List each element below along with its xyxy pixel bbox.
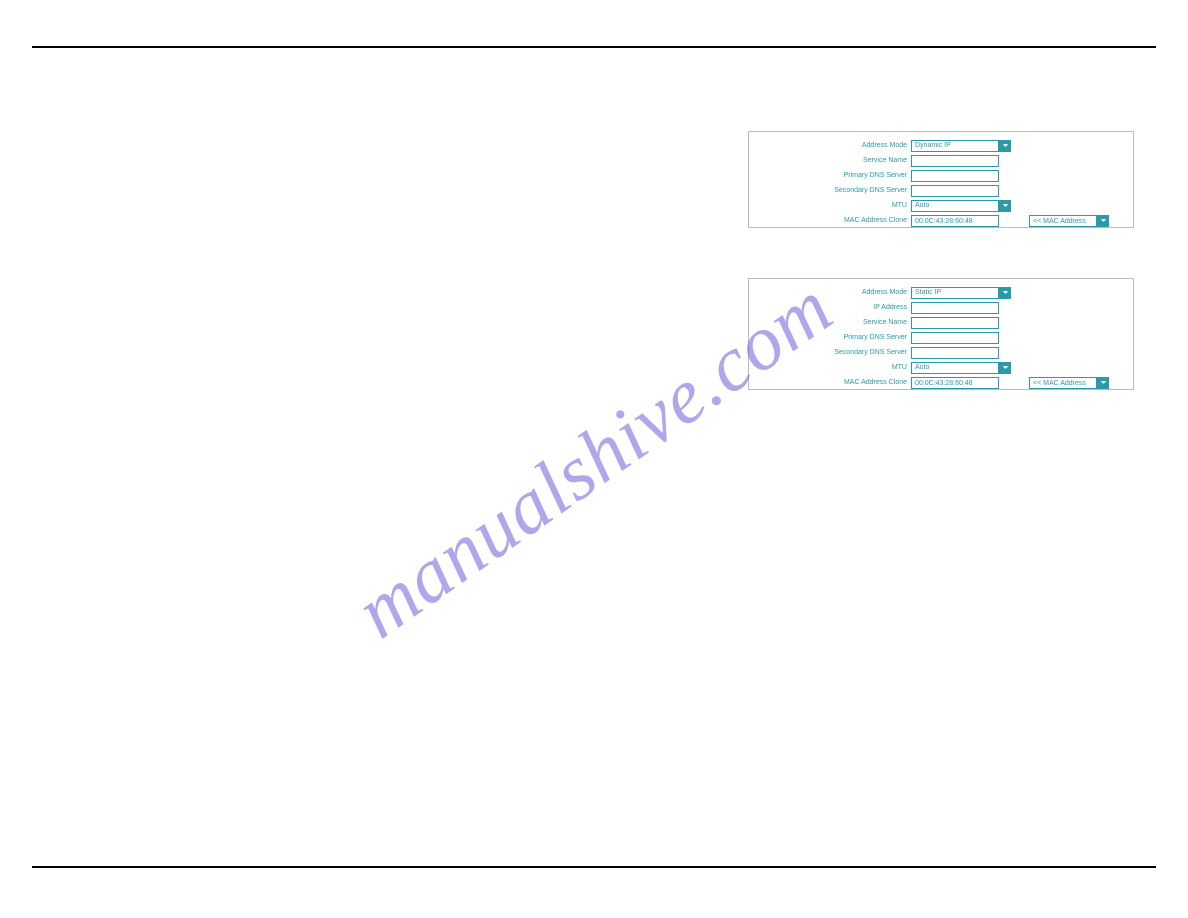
chevron-down-icon[interactable] (1097, 215, 1109, 227)
secondary-dns-input[interactable] (911, 185, 999, 197)
config-panel-dynamic-ip: Address Mode Dynamic IP Service Name Pri… (748, 131, 1134, 228)
field-row: Service Name (759, 153, 1123, 168)
field-row: Address Mode Dynamic IP (759, 138, 1123, 153)
field-label: Primary DNS Server (759, 172, 911, 179)
bottom-rule (32, 866, 1156, 868)
secondary-dns-input[interactable] (911, 347, 999, 359)
top-rule (32, 46, 1156, 48)
field-row: IP Address (759, 300, 1123, 315)
field-label: MTU (759, 364, 911, 371)
select-value: Auto (915, 362, 929, 374)
field-row: MTU Auto (759, 360, 1123, 375)
primary-dns-input[interactable] (911, 170, 999, 182)
select-value: Dynamic IP (915, 140, 951, 152)
mac-address-button[interactable]: << MAC Address (1029, 215, 1097, 227)
service-name-input[interactable] (911, 317, 999, 329)
field-label: Secondary DNS Server (759, 187, 911, 194)
ip-address-input[interactable] (911, 302, 999, 314)
chevron-down-icon[interactable] (999, 362, 1011, 374)
field-label: Secondary DNS Server (759, 349, 911, 356)
field-label: Address Mode (759, 289, 911, 296)
address-mode-select[interactable]: Static IP (911, 287, 999, 299)
mtu-select[interactable]: Auto (911, 362, 999, 374)
mtu-select[interactable]: Auto (911, 200, 999, 212)
field-row: Secondary DNS Server (759, 345, 1123, 360)
field-label: Address Mode (759, 142, 911, 149)
mac-clone-input[interactable]: 00:0C:43:28:60:48 (911, 215, 999, 227)
field-label: MAC Address Clone (759, 379, 911, 386)
chevron-down-icon[interactable] (999, 287, 1011, 299)
document-page: Address Mode Dynamic IP Service Name Pri… (0, 0, 1188, 918)
chevron-down-icon[interactable] (999, 140, 1011, 152)
select-value: Static IP (915, 287, 941, 299)
field-label: Service Name (759, 157, 911, 164)
config-panel-static-ip: Address Mode Static IP IP Address Servic… (748, 278, 1134, 390)
field-label: Primary DNS Server (759, 334, 911, 341)
field-row: MTU Auto (759, 198, 1123, 213)
mac-address-button[interactable]: << MAC Address (1029, 377, 1097, 389)
select-value: Auto (915, 200, 929, 212)
field-label: IP Address (759, 304, 911, 311)
field-row: Address Mode Static IP (759, 285, 1123, 300)
field-row: MAC Address Clone 00:0C:43:28:60:48 << M… (759, 213, 1123, 228)
address-mode-select[interactable]: Dynamic IP (911, 140, 999, 152)
field-row: Service Name (759, 315, 1123, 330)
primary-dns-input[interactable] (911, 332, 999, 344)
chevron-down-icon[interactable] (999, 200, 1011, 212)
field-label: MTU (759, 202, 911, 209)
field-row: Primary DNS Server (759, 330, 1123, 345)
field-label: Service Name (759, 319, 911, 326)
chevron-down-icon[interactable] (1097, 377, 1109, 389)
mac-clone-input[interactable]: 00:0C:43:28:60:48 (911, 377, 999, 389)
field-row: Secondary DNS Server (759, 183, 1123, 198)
field-row: Primary DNS Server (759, 168, 1123, 183)
field-label: MAC Address Clone (759, 217, 911, 224)
service-name-input[interactable] (911, 155, 999, 167)
field-row: MAC Address Clone 00:0C:43:28:60:48 << M… (759, 375, 1123, 390)
